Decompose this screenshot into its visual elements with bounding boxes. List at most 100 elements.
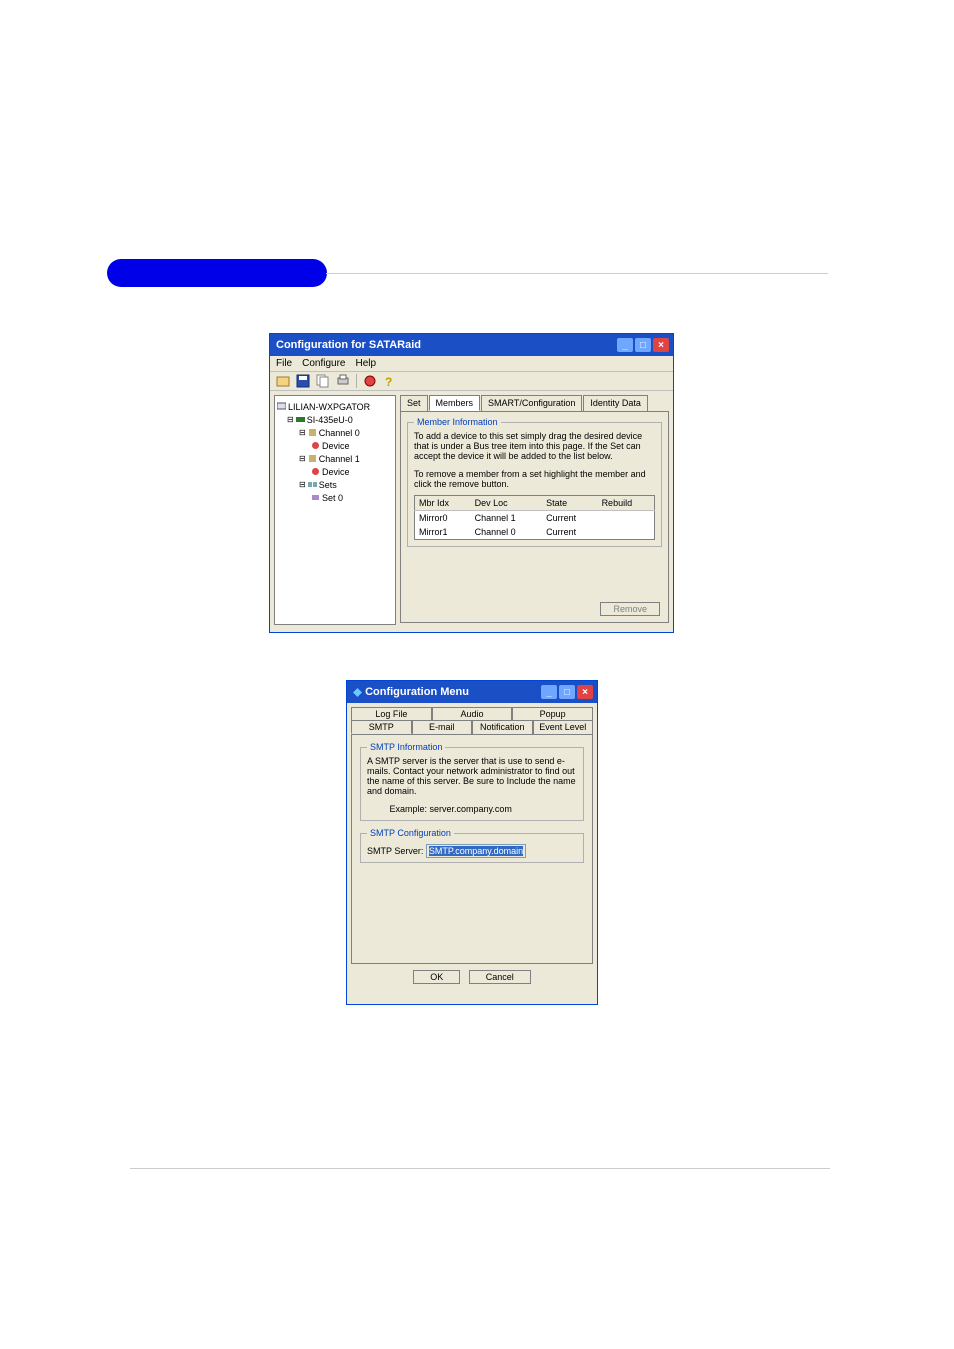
tree-device-1[interactable]: Device	[277, 465, 393, 478]
toolbar-help-icon[interactable]: ?	[383, 374, 397, 388]
cell-state: Current	[542, 525, 597, 540]
member-info-text2: To remove a member from a set highlight …	[414, 469, 655, 489]
col-rebuild[interactable]: Rebuild	[598, 496, 655, 511]
tree-root[interactable]: LILIAN-WXPGATOR	[277, 400, 393, 413]
card-icon	[296, 415, 305, 424]
cancel-button[interactable]: Cancel	[469, 970, 531, 984]
window-title: Configuration Menu	[365, 686, 469, 698]
toolbar-open-icon[interactable]	[276, 374, 290, 388]
chip-icon	[308, 428, 317, 437]
tab-notification[interactable]: Notification	[472, 720, 533, 734]
menu-help[interactable]: Help	[355, 358, 376, 369]
window-title: Configuration for SATARaid	[276, 339, 421, 351]
disk-icon	[311, 441, 320, 450]
tab-smtp[interactable]: SMTP	[351, 720, 412, 734]
cell-loc: Channel 1	[471, 511, 543, 526]
collapse-icon[interactable]: ⊟	[299, 454, 306, 463]
tab-popup[interactable]: Popup	[512, 707, 593, 720]
tab-audio[interactable]: Audio	[432, 707, 513, 720]
titlebar: Configuration for SATARaid _ □ ×	[270, 334, 673, 356]
toolbar-separator	[356, 374, 357, 388]
cell-rebuild	[598, 525, 655, 540]
titlebar: Configuration Menu _ □ ×	[347, 681, 597, 703]
tab-log-file[interactable]: Log File	[351, 707, 432, 720]
close-button[interactable]: ×	[653, 338, 669, 352]
tab-members[interactable]: Members	[429, 395, 481, 411]
tab-identity-data[interactable]: Identity Data	[583, 395, 648, 411]
sataraid-config-window: Configuration for SATARaid _ □ × File Co…	[269, 333, 674, 633]
tab-set[interactable]: Set	[400, 395, 428, 411]
cell-idx: Mirror0	[415, 511, 471, 526]
member-info-legend: Member Information	[414, 417, 501, 427]
smtp-server-input[interactable]: SMTP.company.domain	[426, 844, 526, 858]
member-info-fieldset: Member Information To add a device to th…	[407, 422, 662, 547]
minimize-button[interactable]: _	[617, 338, 633, 352]
smtp-config-legend: SMTP Configuration	[367, 828, 454, 838]
toolbar-run-icon[interactable]	[363, 374, 377, 388]
collapse-icon[interactable]: ⊟	[299, 480, 306, 489]
smtp-config-fieldset: SMTP Configuration SMTP Server: SMTP.com…	[360, 833, 584, 863]
disk-icon	[311, 467, 320, 476]
toolbar: ?	[270, 372, 673, 391]
table-header-row: Mbr Idx Dev Loc State Rebuild	[415, 496, 655, 511]
device-tree[interactable]: LILIAN-WXPGATOR ⊟SI-435eU-0 ⊟Channel 0 D…	[274, 395, 396, 625]
sets-icon	[308, 480, 317, 489]
members-table: Mbr Idx Dev Loc State Rebuild Mirror0 Ch…	[414, 495, 655, 540]
col-dev-loc[interactable]: Dev Loc	[471, 496, 543, 511]
footer-rule	[130, 1168, 830, 1169]
section-heading-bar	[107, 259, 327, 287]
member-info-text1: To add a device to this set simply drag …	[414, 431, 655, 461]
example-label: Example:	[367, 804, 427, 814]
close-button[interactable]: ×	[577, 685, 593, 699]
tree-dev1-label: Device	[322, 467, 350, 477]
horizontal-rule	[326, 273, 828, 274]
menu-bar: File Configure Help	[270, 356, 673, 372]
col-state[interactable]: State	[542, 496, 597, 511]
set-icon	[311, 493, 320, 502]
tree-ch1-label: Channel 1	[319, 454, 360, 464]
menu-configure[interactable]: Configure	[302, 358, 345, 369]
tab-smart-config[interactable]: SMART/Configuration	[481, 395, 582, 411]
collapse-icon[interactable]: ⊟	[299, 428, 306, 437]
maximize-button[interactable]: □	[559, 685, 575, 699]
example-value: server.company.com	[430, 804, 512, 814]
tree-root-label: LILIAN-WXPGATOR	[288, 402, 370, 412]
tree-adapter-label: SI-435eU-0	[307, 415, 353, 425]
tree-channel-1[interactable]: ⊟ Channel 1	[277, 452, 393, 465]
smtp-info-text: A SMTP server is the server that is use …	[367, 756, 577, 796]
smtp-server-label: SMTP Server:	[367, 846, 423, 856]
tree-channel-0[interactable]: ⊟ Channel 0	[277, 426, 393, 439]
tabs-panel: Set Members SMART/Configuration Identity…	[400, 395, 669, 625]
cell-state: Current	[542, 511, 597, 526]
app-icon	[353, 688, 362, 697]
table-row[interactable]: Mirror1 Channel 0 Current	[415, 525, 655, 540]
collapse-icon[interactable]: ⊟	[287, 415, 294, 424]
tree-set-0[interactable]: Set 0	[277, 491, 393, 504]
menu-file[interactable]: File	[276, 358, 292, 369]
tree-ch0-label: Channel 0	[319, 428, 360, 438]
tree-set0-label: Set 0	[322, 493, 343, 503]
ok-button[interactable]: OK	[413, 970, 460, 984]
minimize-button[interactable]: _	[541, 685, 557, 699]
tree-adapter[interactable]: ⊟ SI-435eU-0	[277, 413, 393, 426]
smtp-info-fieldset: SMTP Information A SMTP server is the se…	[360, 747, 584, 821]
remove-button[interactable]: Remove	[600, 602, 660, 616]
computer-icon	[277, 402, 286, 411]
tree-sets[interactable]: ⊟ Sets	[277, 478, 393, 491]
smtp-info-legend: SMTP Information	[367, 742, 445, 752]
tree-sets-label: Sets	[319, 480, 337, 490]
tab-event-level[interactable]: Event Level	[533, 720, 594, 734]
maximize-button[interactable]: □	[635, 338, 651, 352]
table-row[interactable]: Mirror0 Channel 1 Current	[415, 511, 655, 526]
chip-icon	[308, 454, 317, 463]
cell-loc: Channel 0	[471, 525, 543, 540]
toolbar-print-icon[interactable]	[336, 374, 350, 388]
cell-rebuild	[598, 511, 655, 526]
tree-dev0-label: Device	[322, 441, 350, 451]
tab-email[interactable]: E-mail	[412, 720, 473, 734]
cell-idx: Mirror1	[415, 525, 471, 540]
col-mbr-idx[interactable]: Mbr Idx	[415, 496, 471, 511]
tree-device-0[interactable]: Device	[277, 439, 393, 452]
toolbar-save-icon[interactable]	[296, 374, 310, 388]
toolbar-copy-icon[interactable]	[316, 374, 330, 388]
